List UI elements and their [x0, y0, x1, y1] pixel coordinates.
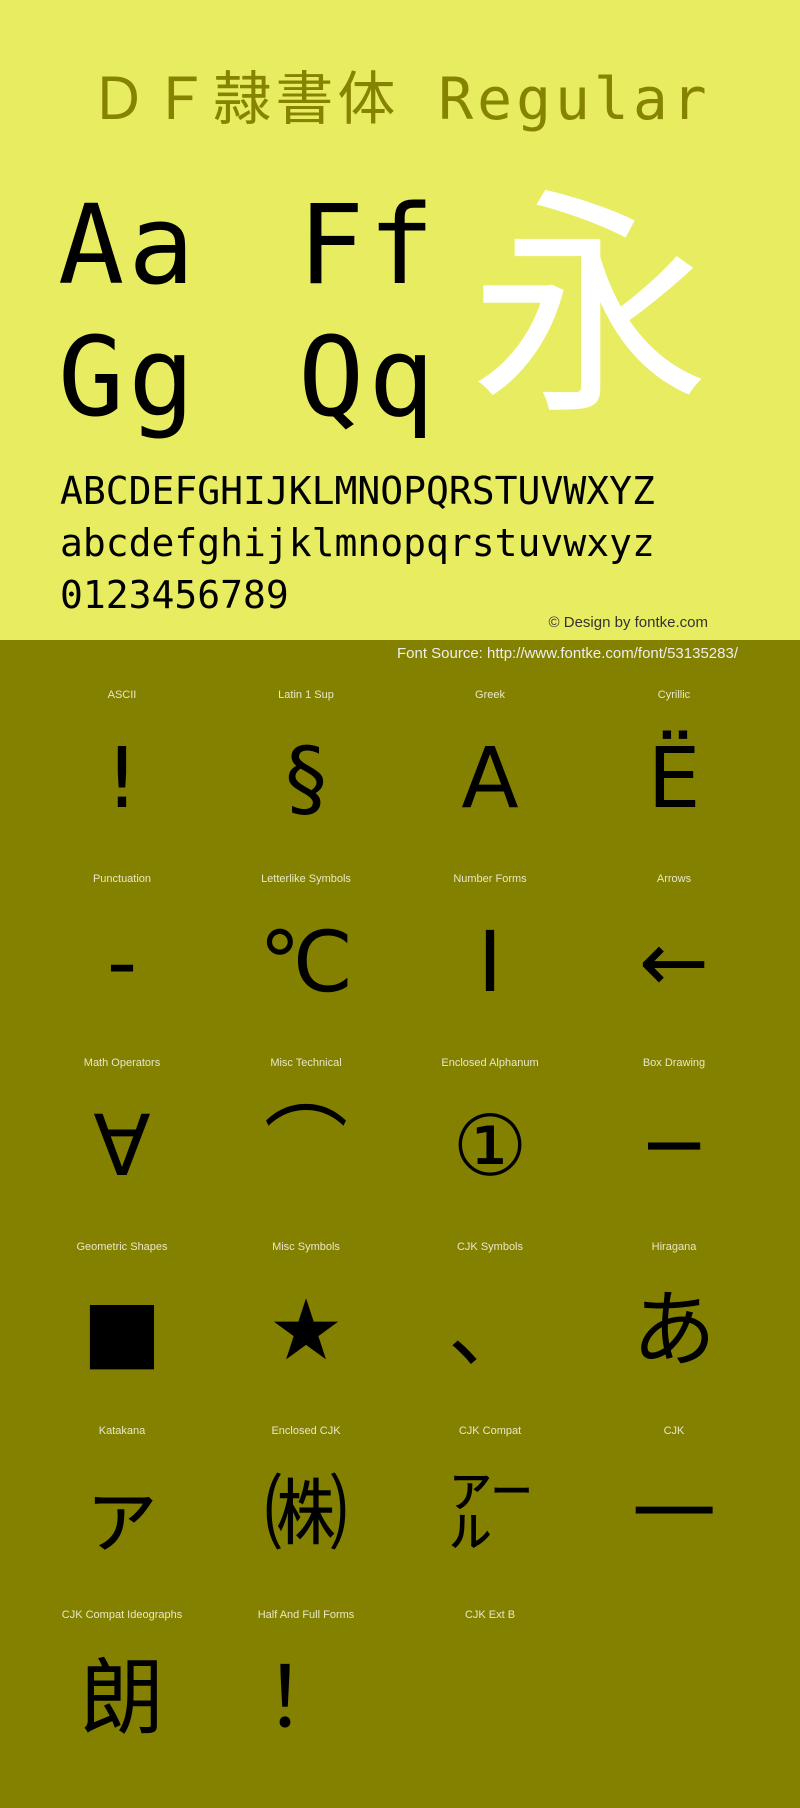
block-label: Cyrillic — [657, 689, 691, 701]
block-glyph: ! — [105, 729, 139, 827]
lowercase-line: abcdefghijklmnopqrstuvwxyz — [60, 521, 655, 565]
block-label: Half And Full Forms — [257, 1609, 355, 1621]
block-label: CJK Compat — [458, 1425, 522, 1437]
block-cell: Greek Α — [398, 689, 582, 873]
block-glyph: ℃ — [258, 913, 354, 1011]
block-label: CJK Ext B — [464, 1609, 516, 1621]
block-label: Enclosed CJK — [271, 1425, 341, 1437]
block-label: Punctuation — [92, 873, 152, 885]
showcase-character: 永 — [470, 168, 711, 448]
block-cell: Enclosed Alphanum ① — [398, 1057, 582, 1241]
block-cell: CJK 一 — [582, 1425, 766, 1609]
block-label: Latin 1 Sup — [278, 689, 334, 701]
specimen-pair-gg: Gg — [58, 313, 199, 441]
block-glyph: Ⅰ — [477, 913, 503, 1011]
uppercase-line: ABCDEFGHIJKLMNOPQRSTUVWXYZ — [60, 469, 655, 513]
block-label: Hiragana — [651, 1241, 697, 1253]
block-label: Number Forms — [453, 873, 527, 885]
block-glyph: ① — [452, 1097, 528, 1195]
font-title: ＤＦ隷書体 Regular — [89, 65, 711, 133]
digits-line: 0123456789 — [60, 573, 289, 617]
block-glyph: ‐ — [106, 913, 138, 1011]
specimen-panel: ＤＦ隷書体 Regular Aa Ff Gg Qq 永 ABCDEFGHIJKL… — [0, 0, 800, 640]
font-source-link[interactable]: Font Source: http://www.fontke.com/font/… — [397, 645, 738, 662]
design-credit: © Design by fontke.com — [548, 614, 708, 631]
block-label: Math Operators — [83, 1057, 161, 1069]
block-cell: ASCII! — [30, 689, 214, 873]
block-cell: Half And Full Forms ！ — [214, 1609, 398, 1793]
block-cell: Enclosed CJK ㈱ — [214, 1425, 398, 1609]
block-cell: Punctuation ‐ — [30, 873, 214, 1057]
block-cell: Misc Technical ⌒ — [214, 1057, 398, 1241]
block-cell: Katakana ァ — [30, 1425, 214, 1609]
block-cell: CJK Ext B — [398, 1609, 582, 1793]
block-label: Katakana — [98, 1425, 146, 1437]
block-label: Greek — [475, 689, 505, 701]
block-glyph: Ё — [647, 729, 701, 827]
block-glyph: 一 — [631, 1465, 716, 1563]
block-label: Enclosed Alphanum — [441, 1057, 539, 1069]
block-glyph: ─ — [648, 1097, 700, 1195]
block-cell: Latin 1 Sup § — [214, 689, 398, 873]
block-label: Arrows — [656, 873, 692, 885]
block-cell: CJK Compat Ideographs 朗 — [30, 1609, 214, 1793]
block-glyph: 朗 — [79, 1649, 164, 1747]
specimen-pair-aa: Aa — [58, 181, 199, 309]
block-label: Misc Technical — [270, 1057, 342, 1069]
block-label: CJK — [663, 1425, 685, 1437]
block-glyph: § — [285, 729, 327, 827]
block-glyph: あ — [631, 1281, 716, 1379]
block-glyph: ァ — [79, 1465, 164, 1563]
block-cell: CJK Symbols 、 — [398, 1241, 582, 1425]
block-label: CJK Compat Ideographs — [61, 1609, 183, 1621]
block-glyph: ■ — [82, 1281, 162, 1379]
block-cell: Number Forms Ⅰ — [398, 873, 582, 1057]
block-glyph: Α — [461, 729, 519, 827]
block-cell: Math Operators ∀ — [30, 1057, 214, 1241]
block-glyph: ！ — [263, 1649, 348, 1747]
block-cell: Letterlike Symbols ℃ — [214, 873, 398, 1057]
block-label: Geometric Shapes — [76, 1241, 168, 1253]
block-cell: Cyrillic Ё — [582, 689, 766, 873]
block-label: Letterlike Symbols — [261, 873, 351, 885]
block-cell: Hiragana あ — [582, 1241, 766, 1425]
block-cell: CJK Compat ㌃ — [398, 1425, 582, 1609]
block-label: CJK Symbols — [456, 1241, 524, 1253]
block-label: Misc Symbols — [272, 1241, 340, 1253]
block-glyph: 、 — [447, 1281, 532, 1379]
block-cell: Geometric Shapes ■ — [30, 1241, 214, 1425]
specimen-pair-qq: Qq — [298, 313, 439, 441]
block-glyph: ㈱ — [263, 1465, 348, 1563]
block-cell: Arrows ← — [582, 873, 766, 1057]
block-label: ASCII — [107, 689, 137, 701]
block-glyph: ⌒ — [263, 1097, 348, 1195]
block-glyph: ∀ — [93, 1097, 151, 1195]
block-cell: Box Drawing ─ — [582, 1057, 766, 1241]
block-glyph: ★ — [268, 1281, 344, 1379]
block-glyph: ← — [638, 913, 710, 1011]
block-glyph: ㌃ — [447, 1465, 532, 1563]
specimen-pair-ff: Ff — [298, 181, 439, 309]
block-cell: Misc Symbols ★ — [214, 1241, 398, 1425]
block-label: Box Drawing — [642, 1057, 706, 1069]
